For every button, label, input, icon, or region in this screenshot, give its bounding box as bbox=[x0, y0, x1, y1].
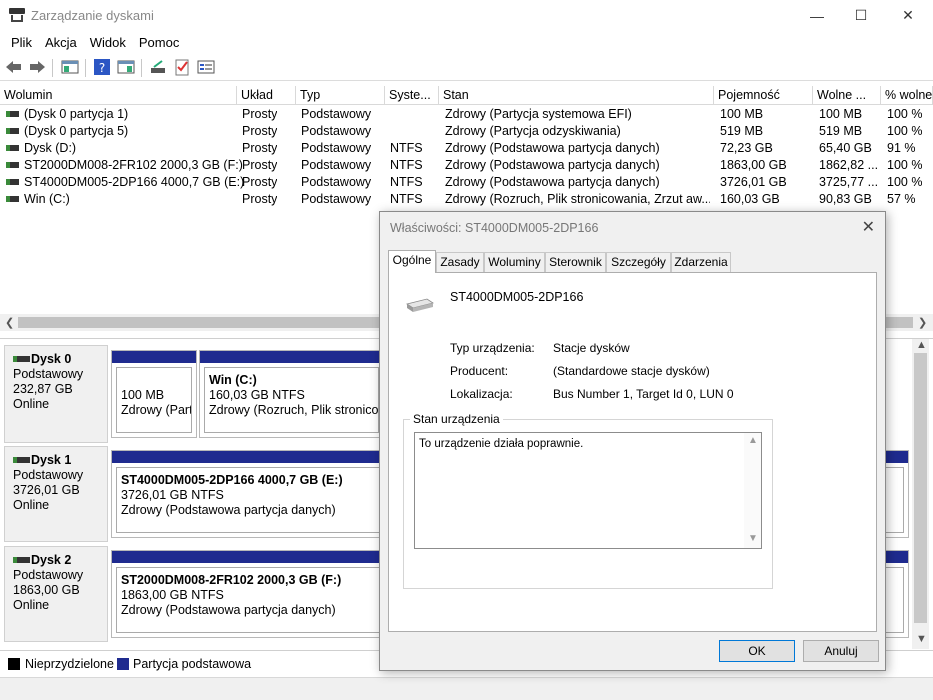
tab-details[interactable]: Szczegóły bbox=[606, 252, 671, 272]
device-type-value: Stacje dysków bbox=[553, 341, 630, 355]
disk-0-label[interactable]: Dysk 0 Podstawowy 232,87 GB Online bbox=[4, 345, 108, 443]
device-status-group: Stan urządzenia To urządzenie działa pop… bbox=[403, 412, 773, 589]
legend-unallocated-label: Nieprzydzielone bbox=[25, 657, 114, 671]
partition-win-c[interactable]: Win (C:) 160,03 GB NTFS Zdrowy (Rozruch,… bbox=[199, 350, 384, 438]
minimize-button[interactable]: — bbox=[794, 0, 840, 31]
table-row[interactable]: Dysk (D:) Prosty Podstawowy NTFS Zdrowy … bbox=[0, 140, 933, 157]
menu-action[interactable]: Akcja bbox=[45, 35, 77, 50]
vertical-scrollbar-thumb[interactable] bbox=[914, 353, 927, 623]
device-status-group-title: Stan urządzenia bbox=[410, 412, 503, 426]
location-value: Bus Number 1, Target Id 0, LUN 0 bbox=[553, 387, 734, 401]
volume-icon bbox=[6, 128, 19, 134]
tab-events[interactable]: Zdarzenia bbox=[671, 252, 731, 272]
toolbar: ? bbox=[0, 55, 933, 81]
volume-icon bbox=[6, 162, 19, 168]
column-header-free[interactable]: Wolne ... bbox=[813, 86, 881, 105]
menu-help[interactable]: Pomoc bbox=[139, 35, 179, 50]
menu-bar: Plik Akcja Widok Pomoc bbox=[0, 31, 933, 53]
properties-icon[interactable] bbox=[197, 58, 215, 76]
volume-icon bbox=[6, 111, 19, 117]
scroll-up-icon[interactable]: ▲ bbox=[916, 339, 927, 351]
tab-policies[interactable]: Zasady bbox=[436, 252, 484, 272]
svg-text:?: ? bbox=[99, 61, 105, 75]
table-row[interactable]: ST2000DM008-2FR102 2000,3 GB (F:) Prosty… bbox=[0, 157, 933, 174]
legend-primary-label: Partycja podstawowa bbox=[133, 657, 252, 671]
volume-icon bbox=[6, 196, 19, 202]
manufacturer-label: Producent: bbox=[450, 364, 509, 378]
tab-driver[interactable]: Sterownik bbox=[545, 252, 606, 272]
scroll-right-icon[interactable]: ❯ bbox=[918, 316, 927, 329]
legend-unallocated-swatch bbox=[8, 658, 20, 670]
device-status-textbox[interactable]: To urządzenie działa poprawnie. ▲ ▼ bbox=[414, 432, 762, 549]
column-header-status[interactable]: Stan bbox=[439, 86, 714, 105]
scroll-down-icon[interactable]: ▼ bbox=[916, 633, 927, 645]
partition-efi[interactable]: 100 MB Zdrowy (Part bbox=[111, 350, 197, 438]
volume-icon bbox=[6, 145, 19, 151]
dialog-title: Właściwości: ST4000DM005-2DP166 bbox=[390, 221, 599, 235]
legend-primary-swatch bbox=[117, 658, 129, 670]
device-type-label: Typ urządzenia: bbox=[450, 341, 535, 355]
table-row[interactable]: (Dysk 0 partycja 5) Prosty Podstawowy Zd… bbox=[0, 123, 933, 140]
menu-file[interactable]: Plik bbox=[11, 35, 32, 50]
menu-view[interactable]: Widok bbox=[90, 35, 126, 50]
help-icon[interactable]: ? bbox=[93, 58, 111, 76]
connect-disk-icon[interactable] bbox=[149, 58, 167, 76]
location-label: Lokalizacja: bbox=[450, 387, 513, 401]
checklist-icon[interactable] bbox=[173, 58, 191, 76]
dialog-close-button[interactable]: ✕ bbox=[862, 217, 875, 237]
disk-2-label[interactable]: Dysk 2 Podstawowy 1863,00 GB Online bbox=[4, 546, 108, 642]
hard-drive-icon bbox=[406, 298, 434, 312]
title-bar: Zarządzanie dyskami — ☐ ✕ bbox=[0, 0, 933, 31]
general-tab-panel: ST4000DM005-2DP166 Typ urządzenia: Stacj… bbox=[388, 272, 877, 632]
status-textbox-scrollbar[interactable]: ▲ ▼ bbox=[744, 433, 761, 548]
scroll-down-icon[interactable]: ▼ bbox=[748, 533, 758, 544]
status-bar bbox=[0, 677, 933, 700]
column-header-capacity[interactable]: Pojemność bbox=[714, 86, 813, 105]
back-arrow-icon[interactable] bbox=[5, 58, 23, 76]
window-title: Zarządzanie dyskami bbox=[31, 8, 154, 23]
disk-management-icon bbox=[9, 8, 25, 22]
properties-dialog: Właściwości: ST4000DM005-2DP166 ✕ Ogólne… bbox=[379, 211, 886, 671]
cancel-button[interactable]: Anuluj bbox=[803, 640, 879, 662]
column-header-percent-free[interactable]: % wolne bbox=[881, 86, 933, 105]
disk-1-label[interactable]: Dysk 1 Podstawowy 3726,01 GB Online bbox=[4, 446, 108, 542]
scroll-up-icon[interactable]: ▲ bbox=[748, 435, 758, 446]
manufacturer-value: (Standardowe stacje dysków) bbox=[553, 364, 710, 378]
show-hide-action-pane-icon[interactable] bbox=[117, 58, 135, 76]
device-name: ST4000DM005-2DP166 bbox=[450, 290, 584, 304]
maximize-button[interactable]: ☐ bbox=[838, 0, 884, 31]
column-header-filesystem[interactable]: Syste... bbox=[385, 86, 439, 105]
show-hide-console-icon[interactable] bbox=[61, 58, 79, 76]
column-header-layout[interactable]: Układ bbox=[237, 86, 296, 105]
scroll-left-icon[interactable]: ❮ bbox=[5, 316, 14, 329]
table-row[interactable]: Win (C:) Prosty Podstawowy NTFS Zdrowy (… bbox=[0, 191, 933, 208]
forward-arrow-icon[interactable] bbox=[28, 58, 46, 76]
tab-general[interactable]: Ogólne bbox=[388, 250, 436, 273]
column-header-volume[interactable]: Wolumin bbox=[0, 86, 237, 105]
column-header-type[interactable]: Typ bbox=[296, 86, 385, 105]
close-button[interactable]: ✕ bbox=[885, 0, 931, 31]
table-row[interactable]: ST4000DM005-2DP166 4000,7 GB (E:) Prosty… bbox=[0, 174, 933, 191]
vertical-scrollbar[interactable]: ▲ ▼ bbox=[912, 339, 929, 649]
ok-button[interactable]: OK bbox=[719, 640, 795, 662]
volume-icon bbox=[6, 179, 19, 185]
table-row[interactable]: (Dysk 0 partycja 1) Prosty Podstawowy Zd… bbox=[0, 106, 933, 123]
tab-volumes[interactable]: Woluminy bbox=[484, 252, 545, 272]
